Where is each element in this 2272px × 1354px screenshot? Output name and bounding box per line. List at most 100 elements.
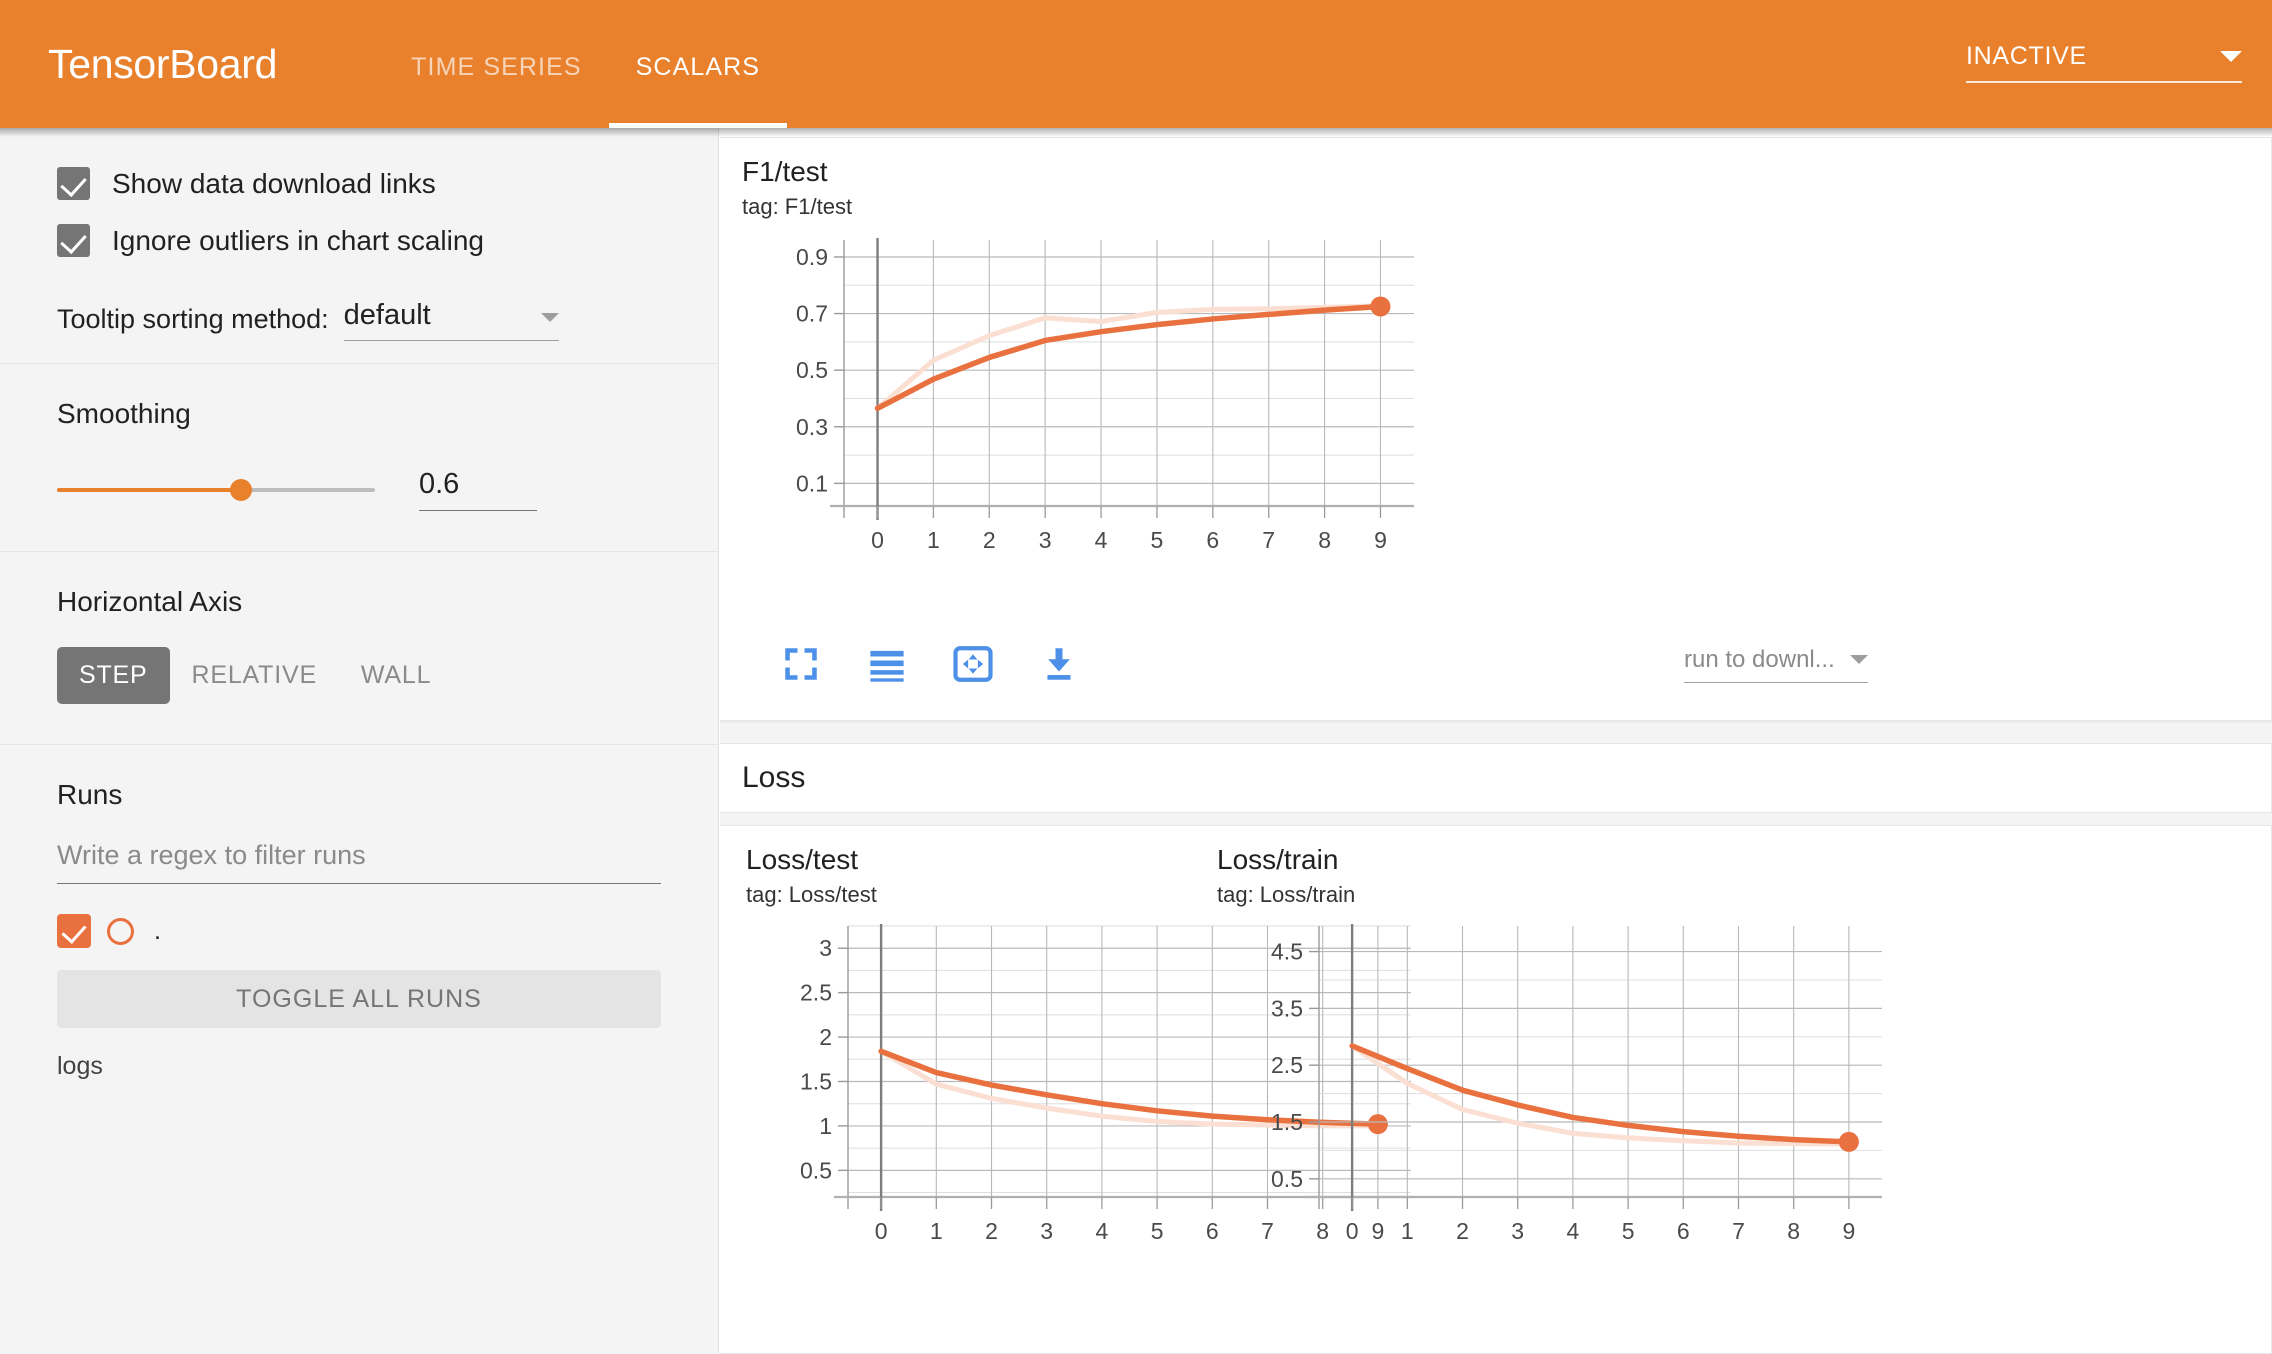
svg-text:3.5: 3.5 (1271, 995, 1303, 1021)
tooltip-sorting-value: default (343, 299, 431, 331)
svg-text:7: 7 (1732, 1218, 1745, 1244)
svg-text:0.5: 0.5 (796, 357, 828, 383)
svg-text:0.1: 0.1 (796, 470, 828, 496)
chart-tag-loss-test: tag: Loss/test (746, 882, 877, 907)
checkbox-checked-icon (57, 224, 90, 257)
chevron-down-icon (540, 313, 559, 322)
chart-tag-loss-train: tag: Loss/train (1217, 882, 1356, 907)
tooltip-sorting-select[interactable]: default (343, 299, 559, 341)
svg-text:4: 4 (1567, 1218, 1580, 1244)
tab-time-series-label: TIME SERIES (411, 52, 582, 81)
svg-text:4: 4 (1095, 527, 1108, 553)
runs-section: Runs . TOGGLE ALL RUNS logs (0, 745, 718, 1081)
svg-text:9: 9 (1842, 1218, 1855, 1244)
ignore-outliers-checkbox[interactable]: Ignore outliers in chart scaling (57, 212, 661, 269)
svg-text:5: 5 (1151, 1218, 1164, 1244)
show-data-download-links-checkbox[interactable]: Show data download links (57, 155, 661, 212)
svg-text:8: 8 (1787, 1218, 1800, 1244)
checkbox-checked-icon (57, 167, 90, 200)
chart-plot-loss-train[interactable]: 0.5 1.5 2.5 3.5 4.5 0 1 2 3 4 5 6 7 8 9 (1207, 914, 1907, 1259)
svg-text:9: 9 (1374, 527, 1387, 553)
svg-text:1.5: 1.5 (1271, 1109, 1303, 1135)
show-data-download-links-label: Show data download links (112, 167, 436, 199)
ignore-outliers-label: Ignore outliers in chart scaling (112, 224, 484, 256)
header-right: INACTIVE (1966, 42, 2242, 87)
chart-toolbar-f1-test (780, 643, 1080, 685)
main-tabs: TIME SERIES SCALARS (384, 0, 788, 128)
runs-filter-wrapper (57, 840, 661, 884)
reload-status-value: INACTIVE (1966, 41, 2087, 70)
runs-footer-label: logs (57, 1052, 103, 1080)
chart-tag-f1-test: tag: F1/test (742, 194, 853, 219)
svg-text:1.5: 1.5 (800, 1068, 832, 1094)
run-checkbox-checked-icon[interactable] (57, 914, 91, 948)
fit-domain-icon[interactable] (952, 643, 994, 685)
axis-option-relative[interactable]: RELATIVE (170, 647, 339, 704)
chart-plot-f1-test[interactable]: 0.1 0.3 0.5 0.7 0.9 0 1 2 3 4 5 6 7 8 9 (734, 226, 1434, 566)
chevron-down-icon (2220, 50, 2242, 62)
reload-status-selector[interactable]: INACTIVE (1966, 42, 2242, 83)
svg-text:2.5: 2.5 (1271, 1052, 1303, 1078)
smoothing-value: 0.6 (419, 468, 460, 500)
svg-text:0.3: 0.3 (796, 414, 828, 440)
run-item[interactable]: . (57, 914, 661, 948)
svg-text:3: 3 (1040, 1218, 1053, 1244)
svg-text:5: 5 (1622, 1218, 1635, 1244)
slider-fill (57, 487, 242, 492)
smoothing-section: Smoothing 0.6 (0, 364, 718, 551)
svg-text:2: 2 (1456, 1218, 1469, 1244)
header-shadow (0, 128, 2272, 137)
tab-scalars-label: SCALARS (635, 52, 761, 81)
svg-text:1: 1 (1401, 1218, 1414, 1244)
settings-sidebar: Show data download links Ignore outliers… (0, 128, 719, 1354)
chart-header-loss-train: Loss/train tag: Loss/train (1217, 844, 1355, 908)
svg-text:3: 3 (1039, 527, 1052, 553)
section-header-loss: Loss (720, 743, 2272, 813)
axis-option-step[interactable]: STEP (57, 647, 170, 704)
tooltip-sorting-row: Tooltip sorting method: default (57, 299, 661, 363)
line-style-icon[interactable] (866, 643, 908, 685)
download-run-value: run to downl... (1684, 646, 1835, 673)
run-item-label: . (154, 916, 161, 945)
horizontal-axis-button-group: STEP RELATIVE WALL (57, 647, 661, 704)
svg-text:0: 0 (1346, 1218, 1359, 1244)
chart-card-f1-test: F1/test tag: F1/test 0.1 0.3 0.5 0.7 0.9 0 1 2 3… (720, 137, 2272, 721)
svg-text:6: 6 (1206, 527, 1219, 553)
svg-text:4: 4 (1096, 1218, 1109, 1244)
svg-text:4.5: 4.5 (1271, 939, 1303, 965)
runs-filter-input[interactable] (57, 840, 661, 871)
chart-title-f1-test: F1/test (742, 156, 828, 187)
tab-scalars[interactable]: SCALARS (608, 0, 788, 128)
svg-text:5: 5 (1151, 527, 1164, 553)
runs-title: Runs (57, 779, 123, 810)
run-color-circle-icon (107, 917, 134, 945)
axis-option-wall[interactable]: WALL (339, 647, 453, 704)
charts-area: F1/test tag: F1/test 0.1 0.3 0.5 0.7 0.9 0 1 2 3… (720, 137, 2272, 1354)
svg-text:1: 1 (930, 1218, 943, 1244)
chart-title-loss-train: Loss/train (1217, 844, 1339, 875)
svg-text:7: 7 (1262, 527, 1275, 553)
display-options-section: Show data download links Ignore outliers… (0, 155, 718, 363)
svg-text:0: 0 (875, 1218, 888, 1244)
tooltip-sorting-label: Tooltip sorting method: (57, 304, 329, 334)
download-run-select[interactable]: run to downl... (1684, 646, 1868, 683)
slider-thumb[interactable] (230, 478, 253, 501)
smoothing-value-field[interactable]: 0.6 (419, 468, 537, 511)
chart-title-loss-test: Loss/test (746, 844, 859, 875)
section-header-loss-title: Loss (742, 761, 806, 794)
svg-text:6: 6 (1677, 1218, 1690, 1244)
app-title: TensorBoard (48, 40, 278, 87)
smoothing-slider[interactable] (57, 478, 375, 501)
download-icon[interactable] (1038, 643, 1080, 685)
chart-header-loss-test: Loss/test tag: Loss/test (746, 844, 877, 908)
horizontal-axis-section: Horizontal Axis STEP RELATIVE WALL (0, 552, 718, 744)
svg-text:2: 2 (819, 1024, 832, 1050)
tab-time-series[interactable]: TIME SERIES (384, 0, 608, 128)
toggle-all-runs-button[interactable]: TOGGLE ALL RUNS (57, 970, 661, 1028)
svg-text:8: 8 (1318, 527, 1331, 553)
smoothing-row: 0.6 (57, 468, 661, 511)
svg-text:1: 1 (819, 1113, 832, 1139)
fullscreen-icon[interactable] (780, 643, 822, 685)
svg-text:0: 0 (871, 527, 884, 553)
chevron-down-icon (1850, 655, 1868, 664)
